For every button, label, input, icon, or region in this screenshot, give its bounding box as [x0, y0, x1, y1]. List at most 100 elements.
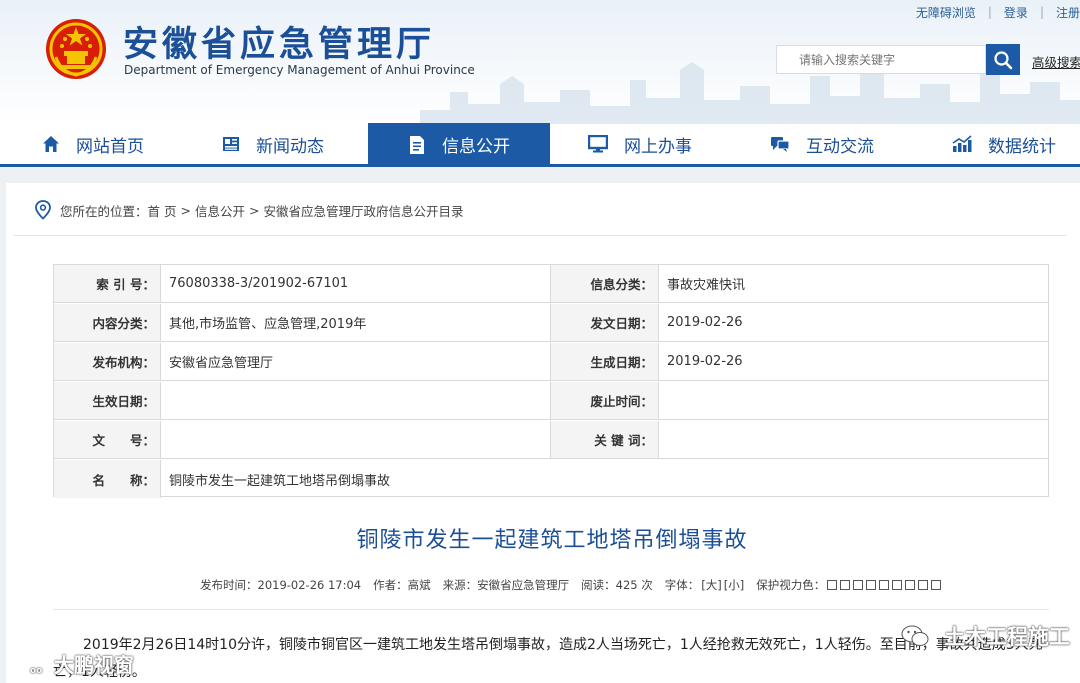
- breadcrumb-separator: >: [249, 202, 260, 218]
- breadcrumb-prefix: 您所在的位置：: [60, 203, 148, 219]
- divider: [14, 235, 1066, 236]
- breadcrumb-separator: >: [180, 202, 191, 218]
- login-link[interactable]: 登录: [1004, 4, 1028, 21]
- top-links-bar: 无障碍浏览 | 登录 | 注册: [916, 2, 1080, 22]
- eye-care-color-swatch[interactable]: [918, 580, 929, 590]
- meta-value-abolish: [659, 382, 1048, 419]
- breadcrumb-info-disclosure[interactable]: 信息公开: [195, 201, 245, 220]
- site-header: 无障碍浏览 | 登录 | 注册 安徽省应急管理厅 Department of E…: [0, 0, 1080, 124]
- eye-care-color-options: [827, 580, 944, 590]
- meta-row: 名 称： 铜陵市发生一起建筑工地塔吊倒塌事故: [54, 460, 1048, 498]
- nav-label: 网上办事: [624, 136, 692, 157]
- eye-care-color-swatch[interactable]: [879, 580, 890, 590]
- nav-label: 互动交流: [806, 136, 874, 157]
- separator: |: [987, 5, 992, 19]
- meta-value-category: 事故灾难快讯: [667, 278, 746, 293]
- meta-value-name: 铜陵市发生一起建筑工地塔吊倒塌事故: [169, 473, 391, 489]
- font-size-label: 字体：: [664, 578, 700, 592]
- meta-value-created: 2019-02-26: [667, 354, 743, 369]
- weibo-icon: oo: [8, 651, 44, 675]
- nav-item-interaction[interactable]: 互动交流: [770, 124, 874, 164]
- meta-row: 发布机构： 安徽省应急管理厅 生成日期： 2019-02-26: [54, 343, 1048, 381]
- nav-label: 信息公开: [442, 137, 510, 157]
- meta-label-category: 信息分类：: [551, 265, 659, 302]
- meta-row: 内容分类： 其他,市场监管、应急管理,2019年 发文日期： 2019-02-2…: [54, 304, 1048, 342]
- breadcrumb-catalog[interactable]: 安徽省应急管理厅政府信息公开目录: [263, 201, 463, 220]
- meta-label-index: 索 引 号：: [54, 265, 161, 302]
- chat-icon: [770, 135, 790, 153]
- search-button[interactable]: [986, 44, 1020, 75]
- meta-row: 文 号： 关 键 词：: [54, 421, 1048, 459]
- breadcrumb: 您所在的位置： 首 页 > 信息公开 > 安徽省应急管理厅政府信息公开目录: [34, 199, 464, 221]
- site-title-english: Department of Emergency Management of An…: [124, 63, 475, 77]
- main-navigation: 网站首页 新闻动态 信息公开 网上办事 互动交流 数据统计: [0, 123, 1080, 167]
- view-count: 阅读：425 次: [581, 578, 653, 592]
- publish-time: 发布时间：2019-02-26 17:04: [200, 578, 362, 592]
- nav-item-statistics[interactable]: 数据统计: [952, 124, 1056, 164]
- meta-label-issue-date: 发文日期：: [551, 304, 659, 341]
- home-icon: [42, 135, 60, 153]
- watermark-left: oo 大鹏视窗: [8, 648, 134, 678]
- watermark-text: 土木工程施工: [944, 625, 1070, 649]
- meta-value-index: 76080338-3/201902-67101: [161, 265, 551, 302]
- divider: [53, 609, 1049, 610]
- svg-text:oo: oo: [30, 666, 42, 675]
- source: 来源：安徽省应急管理厅: [442, 578, 570, 592]
- nav-item-online-service[interactable]: 网上办事: [588, 124, 692, 164]
- eye-care-color-swatch[interactable]: [840, 580, 851, 590]
- document-meta-table: 索 引 号： 76080338-3/201902-67101 信息分类： 事故灾…: [53, 264, 1049, 498]
- advanced-search-link[interactable]: 高级搜索: [1032, 52, 1080, 71]
- meta-value-doc-no: [161, 421, 551, 458]
- nav-item-info-disclosure[interactable]: 信息公开: [368, 123, 550, 166]
- nav-item-news[interactable]: 新闻动态: [222, 124, 324, 164]
- location-pin-icon: [34, 200, 52, 220]
- eye-care-color-swatch[interactable]: [827, 580, 838, 590]
- nav-item-home[interactable]: 网站首页: [42, 124, 144, 164]
- meta-label-abolish: 废止时间：: [551, 382, 659, 419]
- meta-value-issue-date: 2019-02-26: [667, 315, 743, 330]
- document-icon: [408, 135, 426, 155]
- eye-care-color-swatch[interactable]: [931, 580, 942, 590]
- search-input[interactable]: [777, 46, 985, 73]
- nav-label: 数据统计: [988, 136, 1056, 157]
- breadcrumb-home[interactable]: 首 页: [148, 201, 177, 220]
- eye-care-color-swatch[interactable]: [866, 580, 877, 590]
- wechat-icon: [900, 623, 930, 649]
- separator: |: [1039, 5, 1044, 19]
- author: 作者：高斌: [373, 578, 431, 592]
- eye-care-color-swatch[interactable]: [905, 580, 916, 590]
- meta-label-doc-no: 文 号：: [54, 421, 161, 458]
- watermark-right: 土木工程施工: [900, 621, 1070, 651]
- register-link[interactable]: 注册: [1056, 4, 1080, 21]
- eye-care-label: 保护视力色：: [756, 578, 826, 592]
- watermark-text: 大鹏视窗: [54, 652, 134, 677]
- search-icon: [994, 50, 1013, 69]
- news-icon: [222, 135, 240, 153]
- meta-label-publisher: 发布机构：: [54, 343, 161, 380]
- font-large-button[interactable]: [大]: [701, 577, 721, 593]
- meta-value-effective: [161, 382, 551, 419]
- article-title: 铜陵市发生一起建筑工地塔吊倒塌事故: [356, 528, 748, 553]
- meta-value-publisher: 安徽省应急管理厅: [161, 343, 551, 380]
- meta-label-created: 生成日期：: [551, 343, 659, 380]
- meta-label-keywords: 关 键 词：: [551, 421, 659, 458]
- meta-label-content: 内容分类：: [54, 304, 161, 341]
- eye-care-color-swatch[interactable]: [892, 580, 903, 590]
- national-emblem-icon: [46, 19, 106, 79]
- eye-care-color-swatch[interactable]: [853, 580, 864, 590]
- meta-label-name: 名 称：: [54, 460, 161, 498]
- nav-label: 网站首页: [76, 136, 144, 157]
- meta-label-effective: 生效日期：: [54, 382, 161, 419]
- meta-row: 索 引 号： 76080338-3/201902-67101 信息分类： 事故灾…: [54, 265, 1048, 303]
- monitor-icon: [588, 135, 608, 153]
- chart-icon: [952, 135, 972, 153]
- meta-value-keywords: [659, 421, 1048, 458]
- accessibility-link[interactable]: 无障碍浏览: [916, 4, 976, 21]
- search-box: [776, 45, 986, 74]
- article-text: 2019年2月26日14时10分许，铜陵市铜官区一建筑工地发生塔吊倒塌事故，造成…: [83, 637, 880, 653]
- font-small-button[interactable]: [小]: [724, 577, 744, 593]
- site-title-chinese: 安徽省应急管理厅: [123, 24, 436, 65]
- meta-value-content: 其他,市场监管、应急管理,2019年: [161, 304, 551, 341]
- article-info-bar: 发布时间：2019-02-26 17:04 作者：高斌 来源：安徽省应急管理厅 …: [200, 577, 944, 593]
- nav-label: 新闻动态: [256, 136, 324, 157]
